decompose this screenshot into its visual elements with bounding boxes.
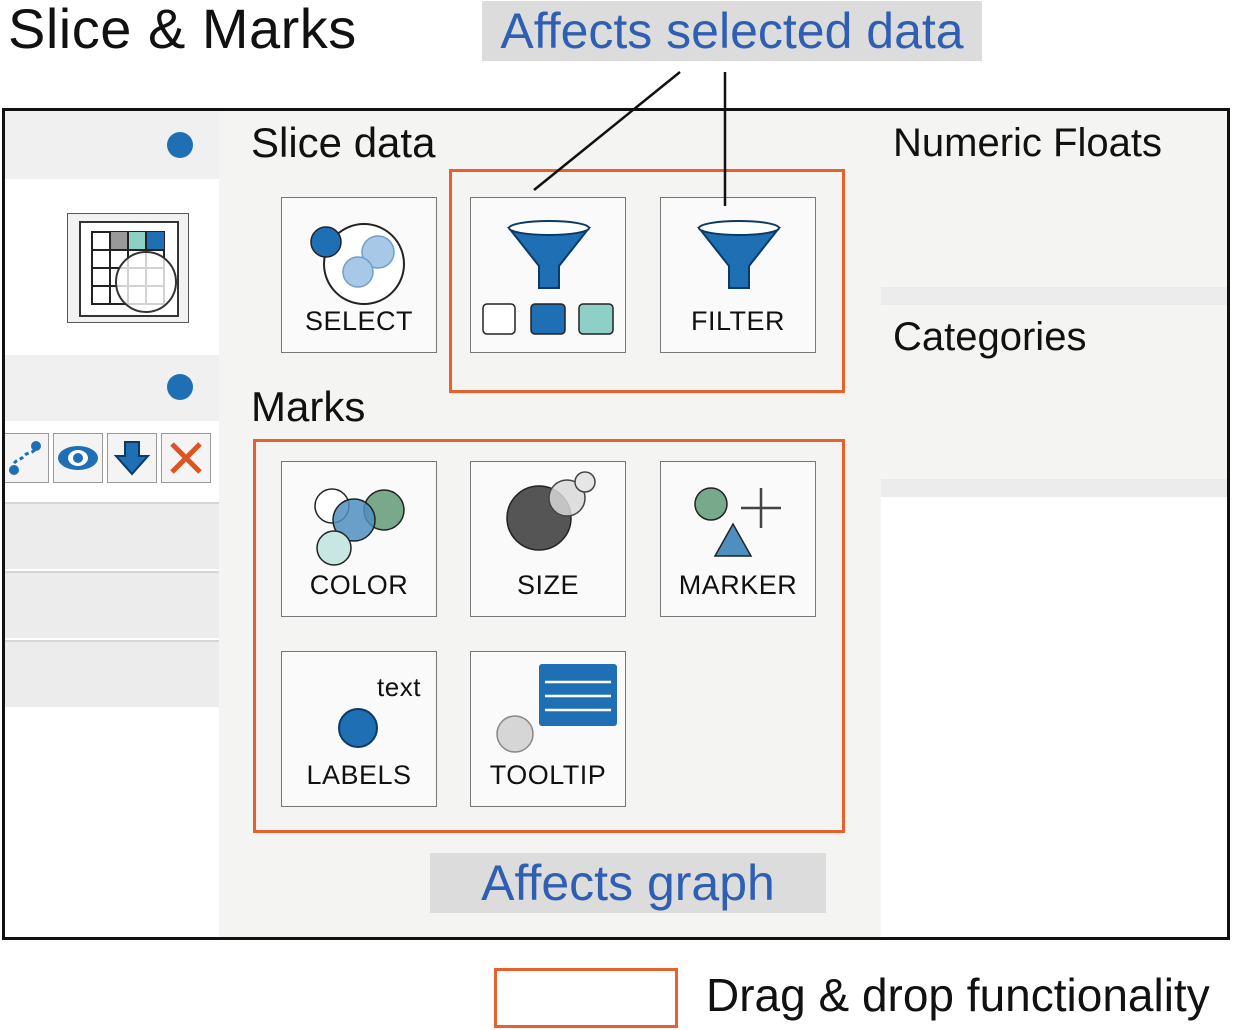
labels-tile[interactable]: text LABELS bbox=[281, 651, 437, 807]
filter-tile[interactable]: FILTER bbox=[660, 197, 816, 353]
status-dot-icon[interactable] bbox=[167, 374, 193, 400]
legend-swatch bbox=[494, 968, 678, 1028]
funnel-categories-icon bbox=[482, 220, 614, 335]
link-button[interactable] bbox=[5, 433, 49, 483]
table-view-thumbnail[interactable] bbox=[67, 213, 189, 323]
numeric-floats-section[interactable]: Numeric Floats bbox=[881, 111, 1227, 305]
left-panel bbox=[5, 111, 219, 937]
layer-row[interactable] bbox=[5, 502, 219, 569]
download-arrow-icon bbox=[113, 441, 151, 476]
numeric-floats-title: Numeric Floats bbox=[893, 121, 1162, 165]
select-tile[interactable]: SELECT bbox=[281, 197, 437, 353]
slice-marks-panel: Slice data SELECT FILTER Marks COLOR SIZ… bbox=[219, 111, 881, 937]
labels-label: LABELS bbox=[306, 760, 412, 790]
data-table-icon bbox=[79, 221, 179, 317]
download-button[interactable] bbox=[107, 433, 157, 483]
delete-button[interactable] bbox=[161, 433, 211, 483]
filter-categories-tile[interactable] bbox=[470, 197, 626, 353]
marker-label: MARKER bbox=[678, 570, 798, 600]
color-tile[interactable]: COLOR bbox=[281, 461, 437, 617]
categories-title: Categories bbox=[893, 315, 1087, 359]
eye-icon bbox=[58, 446, 98, 470]
callout-affects-graph: Affects graph bbox=[430, 853, 826, 913]
slice-data-title: Slice data bbox=[251, 119, 436, 166]
layer-row[interactable] bbox=[5, 640, 219, 707]
page-title: Slice & Marks bbox=[8, 0, 357, 60]
left-panel-header-2 bbox=[5, 355, 219, 421]
size-tile[interactable]: SIZE bbox=[470, 461, 626, 617]
marks-title: Marks bbox=[251, 383, 366, 430]
fields-panel: Numeric Floats Categories bbox=[881, 111, 1227, 937]
filter-label: FILTER bbox=[690, 306, 785, 336]
close-x-icon bbox=[170, 442, 202, 474]
status-dot-icon[interactable] bbox=[167, 132, 193, 158]
categories-section[interactable]: Categories bbox=[881, 305, 1227, 497]
layer-row[interactable] bbox=[5, 571, 219, 638]
layer-toolbar bbox=[5, 433, 219, 485]
size-label: SIZE bbox=[516, 570, 579, 600]
visibility-toggle-button[interactable] bbox=[53, 433, 103, 483]
app-window: Slice data SELECT FILTER Marks COLOR SIZ… bbox=[2, 108, 1230, 940]
left-panel-header-1 bbox=[5, 111, 219, 179]
marker-tile[interactable]: MARKER bbox=[660, 461, 816, 617]
tooltip-tile[interactable]: TOOLTIP bbox=[470, 651, 626, 807]
link-icon bbox=[9, 441, 41, 475]
legend-label: Drag & drop functionality bbox=[706, 969, 1210, 1021]
select-label: SELECT bbox=[304, 306, 414, 336]
callout-affects-selected-data: Affects selected data bbox=[482, 1, 982, 61]
color-label: COLOR bbox=[309, 570, 409, 600]
tooltip-label: TOOLTIP bbox=[489, 760, 607, 790]
